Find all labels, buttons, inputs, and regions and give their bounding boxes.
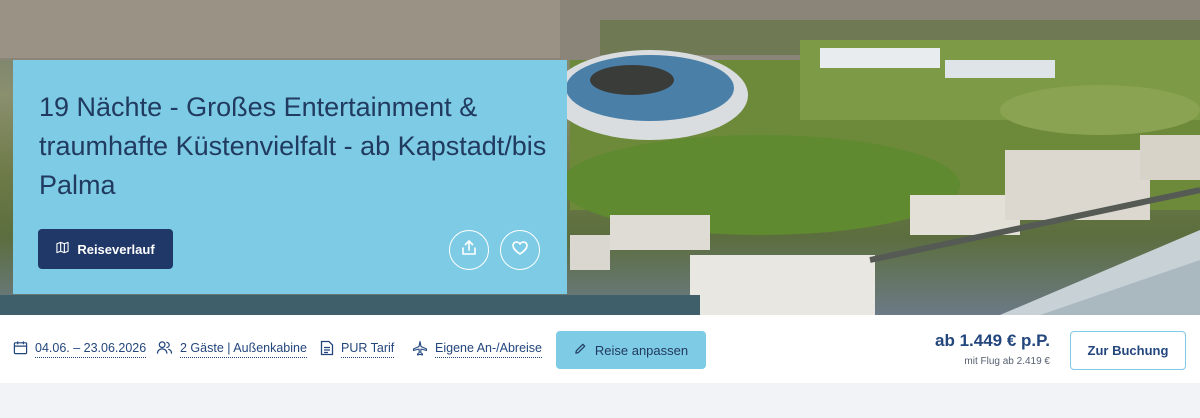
airplane-icon — [412, 340, 428, 359]
share-icon — [460, 239, 478, 262]
adjust-trip-button[interactable]: Reise anpassen — [556, 331, 706, 369]
price-per-person: ab 1.449 € p.P. — [935, 331, 1050, 350]
favorite-button[interactable] — [500, 230, 540, 270]
booking-bar: 04.06. – 23.06.2026 2 Gäste | Außenkabin… — [0, 315, 1200, 383]
map-icon — [56, 241, 69, 257]
document-icon — [320, 340, 334, 359]
tariff[interactable]: PUR Tarif — [320, 340, 395, 359]
tariff-text: PUR Tarif — [341, 341, 395, 358]
guests-cabin-text: 2 Gäste | Außenkabine — [180, 341, 307, 358]
date-range[interactable]: 04.06. – 23.06.2026 — [13, 340, 147, 358]
heart-icon — [511, 239, 529, 262]
itinerary-button-label: Reiseverlauf — [77, 241, 155, 257]
travel-arrangement[interactable]: Eigene An-/Abreise — [412, 340, 543, 359]
calendar-icon — [13, 340, 28, 358]
price-with-flight: mit Flug ab 2.419 € — [964, 356, 1050, 367]
price-block: ab 1.449 € p.P. mit Flug ab 2.419 € — [935, 330, 1050, 369]
trip-info-card: 19 Nächte - Großes Entertainment & traum… — [13, 60, 567, 294]
booking-button[interactable]: Zur Buchung — [1070, 331, 1186, 370]
share-button[interactable] — [449, 230, 489, 270]
adjust-trip-label: Reise anpassen — [594, 342, 689, 358]
trip-title: 19 Nächte - Großes Entertainment & traum… — [39, 92, 547, 200]
itinerary-button[interactable]: Reiseverlauf — [38, 229, 173, 269]
travel-arrangement-text: Eigene An-/Abreise — [435, 341, 543, 358]
hero-image: 19 Nächte - Großes Entertainment & traum… — [0, 0, 1200, 315]
date-range-text: 04.06. – 23.06.2026 — [35, 341, 147, 358]
guests-cabin[interactable]: 2 Gäste | Außenkabine — [156, 340, 307, 358]
pencil-icon — [574, 342, 587, 358]
users-icon — [156, 340, 173, 358]
